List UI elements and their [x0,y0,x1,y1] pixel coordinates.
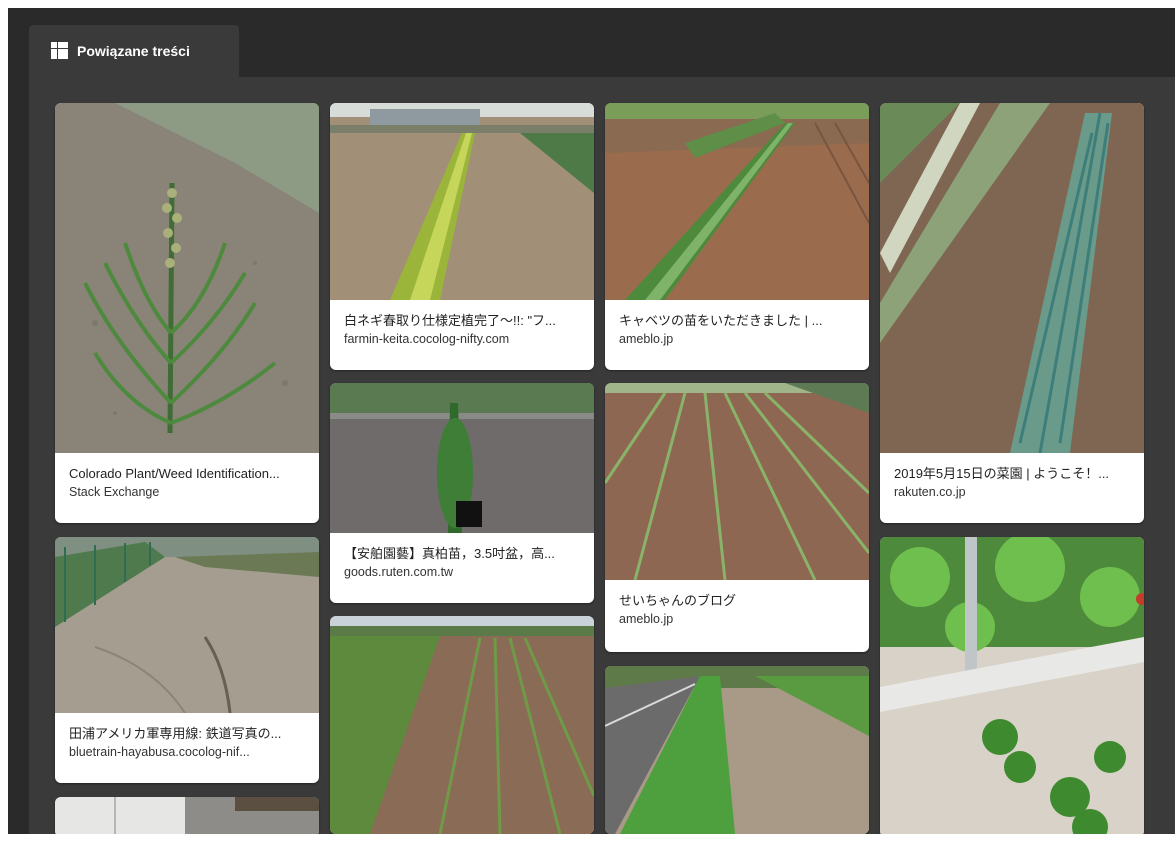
card-title: キャベツの苗をいただきました | ... [619,313,823,328]
result-card[interactable]: 【安舶園藝】真柏苗，3.5吋盆，高... goods.ruten.com.tw [330,383,594,603]
green-onion-image [880,103,1144,453]
weed-plant-image [55,103,319,453]
card-source: goods.ruten.com.tw [344,565,454,579]
result-card[interactable]: 2019年5月15日の菜園 | ようこそ！... rakuten.co.jp [880,103,1144,523]
result-card[interactable] [330,616,594,834]
card-source: bluetrain-hayabusa.cocolog-nif... [69,745,250,759]
card-source: farmin-keita.cocolog-nifty.com [344,332,510,346]
railway-path-image [55,537,319,713]
card-title: せいちゃんのブログ [619,593,737,608]
grid-icon [51,42,69,60]
onion-row-image [605,103,869,300]
leek-row-image [330,103,594,300]
result-card[interactable]: 白ネギ春取り仕様定植完了～!!: "フ... farmin-keita.coco… [330,103,594,370]
card-title: Colorado Plant/Weed Identification... [69,466,280,481]
tomato-plant-image [880,537,1144,834]
juniper-sapling-image [330,383,594,533]
tab-label: Powiązane treści [77,43,190,59]
result-card[interactable]: せいちゃんのブログ ameblo.jp [605,383,869,652]
card-source: rakuten.co.jp [894,485,966,499]
result-card[interactable]: Colorado Plant/Weed Identification... St… [55,103,319,523]
card-source: ameblo.jp [619,612,674,626]
result-card[interactable]: 田浦アメリカ軍専用線: 鉄道写真の... bluetrain-hayabusa.… [55,537,319,783]
card-title: 田浦アメリカ軍専用線: 鉄道写真の... [69,726,282,741]
result-card[interactable] [605,666,869,834]
roadside-image [605,666,869,834]
result-card[interactable] [55,797,319,834]
result-card[interactable]: キャベツの苗をいただきました | ... ameblo.jp [605,103,869,370]
related-content-panel: Powiązane treści Colorado Plant/Weed Ide… [8,8,1175,834]
card-source: Stack Exchange [69,485,160,499]
image-grid: Colorado Plant/Weed Identification... St… [29,77,1175,834]
result-card[interactable] [880,537,1144,834]
field-rows-image [330,616,594,834]
card-title: 白ネギ春取り仕様定植完了～!!: "フ... [344,313,556,328]
field-furrows-image [605,383,869,580]
tab-related-content[interactable]: Powiązane treści [29,25,239,77]
shed-image [55,797,319,834]
card-title: 【安舶園藝】真柏苗，3.5吋盆，高... [344,546,555,561]
card-source: ameblo.jp [619,332,674,346]
card-title: 2019年5月15日の菜園 | ようこそ！... [894,466,1110,481]
